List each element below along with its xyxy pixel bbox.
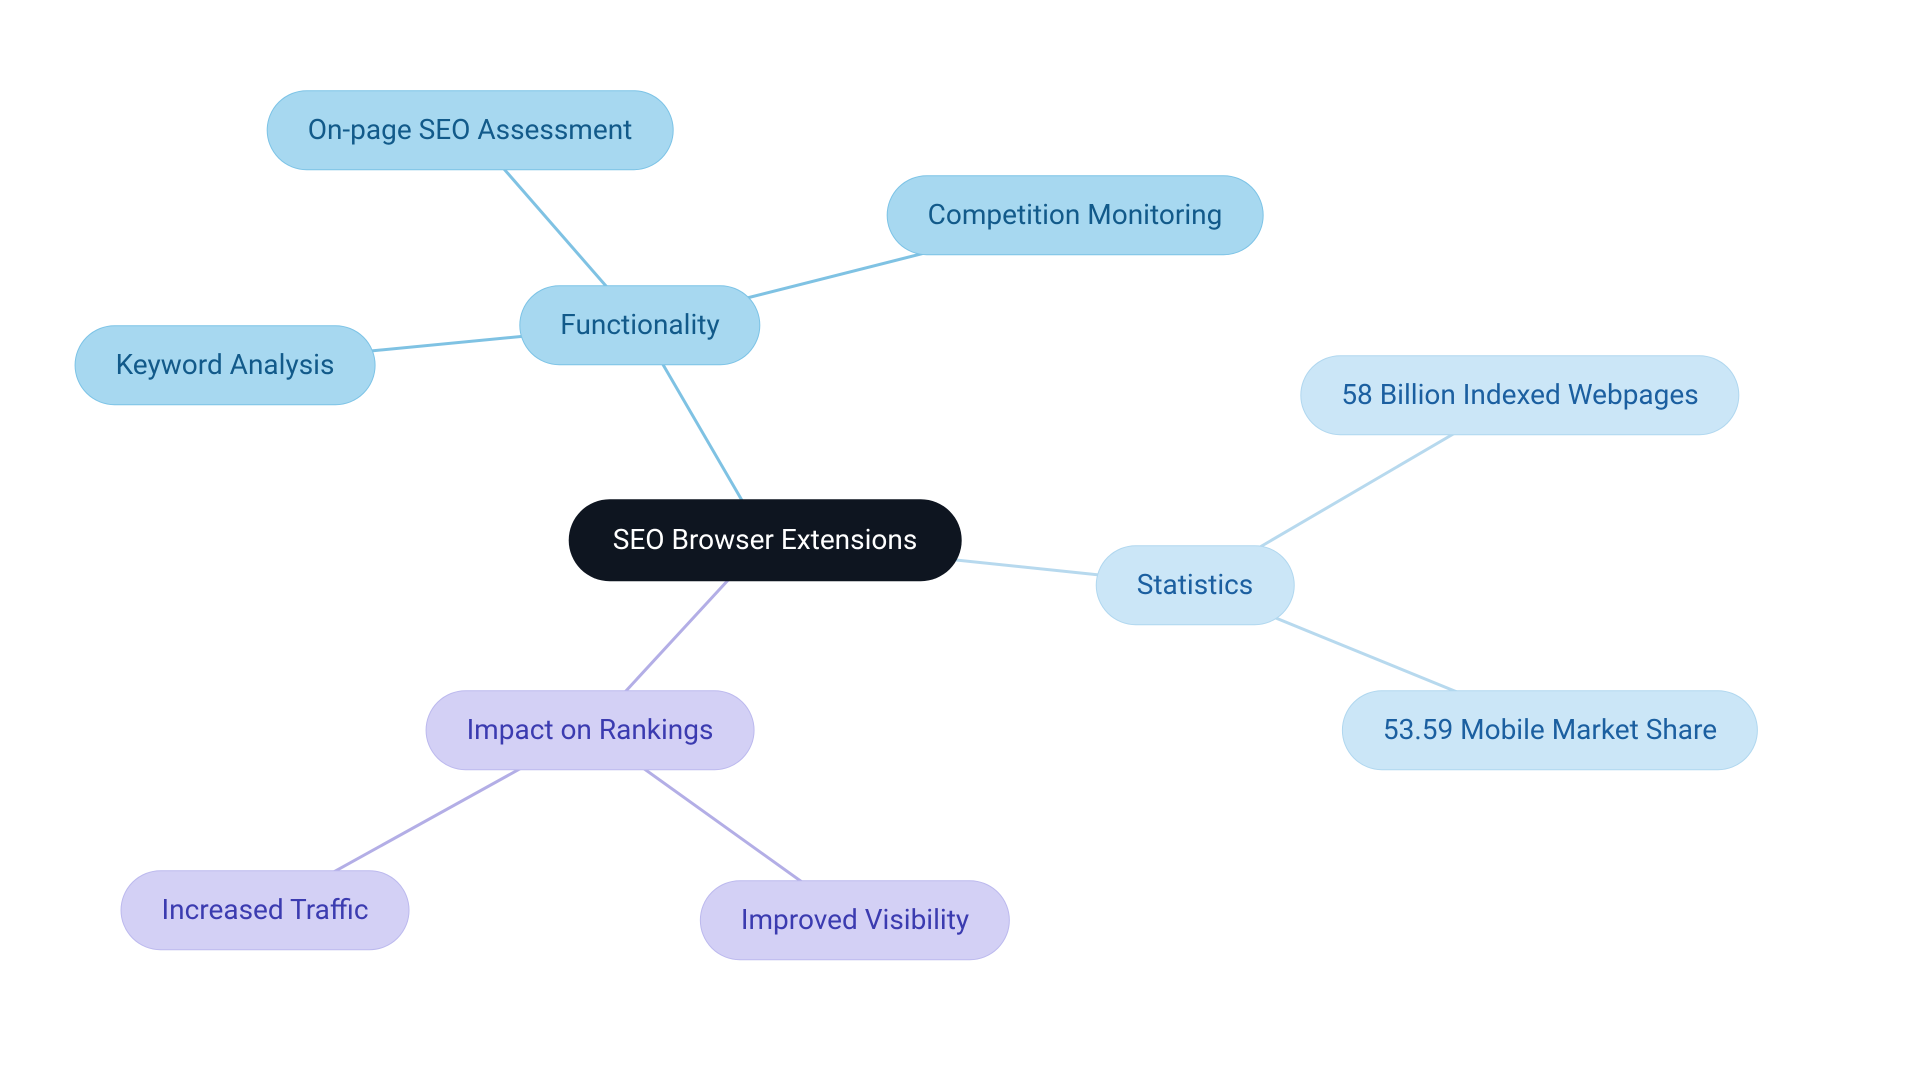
mindmap-canvas: SEO Browser Extensions Functionality On-… <box>0 0 1920 1083</box>
node-root: SEO Browser Extensions <box>569 499 962 581</box>
node-statistics: Statistics <box>1096 545 1295 625</box>
node-onpage-seo-assessment: On-page SEO Assessment <box>267 90 674 170</box>
node-mobile-market-share: 53.59 Mobile Market Share <box>1342 690 1758 770</box>
node-impact-on-rankings: Impact on Rankings <box>426 690 755 770</box>
node-indexed-webpages: 58 Billion Indexed Webpages <box>1300 355 1739 435</box>
node-increased-traffic: Increased Traffic <box>121 870 410 950</box>
node-competition-monitoring: Competition Monitoring <box>887 175 1264 255</box>
node-keyword-analysis: Keyword Analysis <box>75 325 376 405</box>
node-improved-visibility: Improved Visibility <box>700 880 1010 960</box>
node-functionality: Functionality <box>519 285 760 365</box>
